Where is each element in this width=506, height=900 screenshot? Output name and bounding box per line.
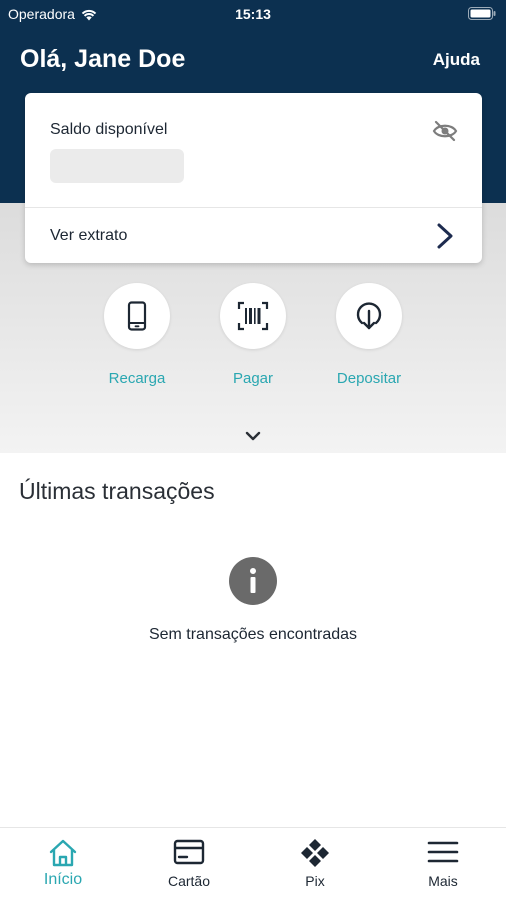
tab-more[interactable]: Mais <box>380 828 506 900</box>
info-icon <box>229 557 277 605</box>
recharge-label: Recarga <box>108 370 166 387</box>
balance-value-placeholder <box>50 149 184 183</box>
balance-card: Saldo disponível Ver extrato <box>25 93 482 263</box>
card-icon <box>173 839 205 865</box>
tab-home-label: Início <box>43 871 83 888</box>
hide-balance-icon[interactable] <box>432 120 458 147</box>
smartphone-icon <box>127 301 147 331</box>
help-button[interactable]: Ajuda <box>433 50 480 70</box>
balance-label: Saldo disponível <box>50 121 168 138</box>
pay-label: Pagar <box>232 370 274 387</box>
tab-card[interactable]: Cartão <box>126 828 252 900</box>
statement-link[interactable]: Ver extrato <box>50 227 127 245</box>
empty-transactions-message: Sem transações encontradas <box>148 626 358 643</box>
deposit-button[interactable] <box>336 283 402 349</box>
transactions-title: Últimas transações <box>19 478 215 504</box>
deposit-action[interactable]: Depositar <box>314 283 424 387</box>
deposit-label: Depositar <box>336 370 402 387</box>
greeting: Olá, Jane Doe <box>20 45 186 73</box>
card-divider <box>25 207 482 208</box>
tab-more-label: Mais <box>428 873 458 889</box>
pix-icon <box>301 839 329 867</box>
battery-icon <box>468 7 496 23</box>
chevron-down-icon[interactable] <box>243 429 263 448</box>
status-bar: Operadora 15:13 <box>0 0 506 28</box>
menu-icon <box>427 841 459 863</box>
home-icon <box>49 839 77 867</box>
tab-home[interactable]: Início <box>0 828 126 900</box>
recharge-button[interactable] <box>104 283 170 349</box>
pay-action[interactable]: Pagar <box>198 283 308 387</box>
tab-pix-label: Pix <box>305 873 325 889</box>
tab-bar: Início Cartão Pix Mais <box>0 827 506 900</box>
recharge-action[interactable]: Recarga <box>82 283 192 387</box>
tab-pix[interactable]: Pix <box>252 828 378 900</box>
tab-card-label: Cartão <box>167 873 211 889</box>
barcode-icon <box>237 301 269 331</box>
clock: 15:13 <box>235 6 271 22</box>
download-icon <box>356 302 382 330</box>
chevron-right-icon[interactable] <box>436 222 454 255</box>
pay-button[interactable] <box>220 283 286 349</box>
